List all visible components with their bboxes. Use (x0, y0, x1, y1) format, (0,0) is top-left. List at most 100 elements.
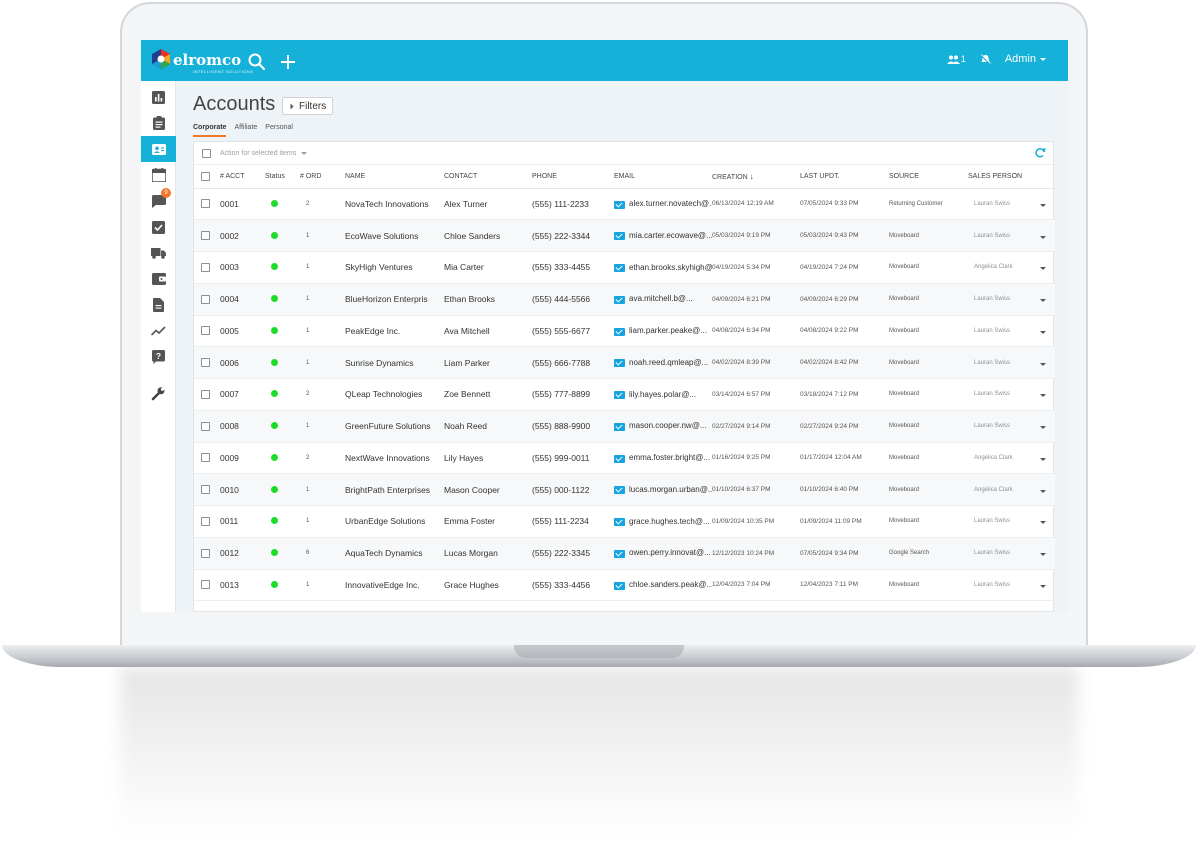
contact-name[interactable]: Alex Turner (444, 188, 532, 221)
row-dropdown[interactable] (1040, 219, 1055, 252)
row-dropdown[interactable] (1040, 442, 1055, 475)
email-cell[interactable]: ava.mitchell.b@... (614, 283, 712, 316)
account-name[interactable]: Sunrise Dynamics (345, 346, 444, 379)
sidebar-item-payments[interactable] (141, 266, 176, 292)
acct-number[interactable]: 0010 (220, 473, 265, 506)
header-creation[interactable]: CREATION ↓ (712, 165, 800, 189)
phone-number[interactable]: (555) 777-8899 (532, 378, 614, 411)
email-cell[interactable]: chloe.sanders.peak@... (614, 569, 712, 602)
header-last-updated[interactable]: LAST UPDT. (800, 165, 889, 189)
contact-name[interactable]: Ethan Brooks (444, 283, 532, 316)
contact-name[interactable]: Noah Reed (444, 410, 532, 443)
table-row[interactable]: 0002 1 EcoWave Solutions Chloe Sanders (555)… (194, 219, 1055, 252)
email-cell[interactable]: emma.foster.bright@... (614, 442, 712, 475)
row-checkbox[interactable] (201, 326, 210, 336)
header-source[interactable]: SOURCE (889, 165, 968, 189)
sales-person-select[interactable]: Lauran Swiss (968, 378, 1040, 411)
acct-number[interactable]: 0012 (220, 537, 265, 570)
phone-number[interactable]: (555) 111-2233 (532, 188, 614, 221)
row-checkbox[interactable] (201, 453, 210, 463)
email-cell[interactable]: owen.perry.innovat@... (614, 537, 712, 570)
acct-number[interactable]: 0005 (220, 315, 265, 348)
email-cell[interactable]: lucas.morgan.urban@... (614, 473, 712, 506)
plus-icon[interactable] (278, 52, 298, 72)
header-contact[interactable]: CONTACT (444, 165, 532, 189)
header-sales-person[interactable]: SALES PERSON (968, 165, 1040, 189)
contact-name[interactable]: Emma Foster (444, 505, 532, 538)
row-checkbox[interactable] (201, 199, 210, 209)
table-row[interactable]: 0013 1 InnovativeEdge Inc. Grace Hughes (555… (194, 569, 1055, 602)
row-checkbox[interactable] (201, 516, 210, 526)
row-checkbox[interactable] (201, 389, 210, 399)
table-row[interactable]: 0004 1 BlueHorizon Enterpris Ethan Brooks (5… (194, 283, 1055, 316)
sidebar-item-settings[interactable] (141, 380, 176, 406)
contact-name[interactable]: Zoe Bennett (444, 378, 532, 411)
email-cell[interactable]: grace.hughes.tech@... (614, 505, 712, 538)
acct-number[interactable]: 0009 (220, 442, 265, 475)
phone-number[interactable]: (555) 333-4455 (532, 251, 614, 284)
header-checkbox[interactable] (201, 171, 210, 181)
account-name[interactable]: BrightPath Enterprises (345, 473, 444, 506)
header-email[interactable]: EMAIL (614, 165, 712, 189)
phone-number[interactable]: (555) 222-3344 (532, 219, 614, 252)
email-cell[interactable]: alex.turner.novatech@... (614, 188, 712, 221)
table-row[interactable]: 0007 2 QLeap Technologies Zoe Bennett (555) … (194, 378, 1055, 411)
row-dropdown[interactable] (1040, 346, 1055, 379)
row-checkbox[interactable] (201, 485, 210, 495)
table-row[interactable]: 0005 1 PeakEdge Inc. Ava Mitchell (555) 555-… (194, 315, 1055, 348)
row-dropdown[interactable] (1040, 378, 1055, 411)
table-row[interactable]: 0009 2 NextWave Innovations Lily Hayes (555)… (194, 442, 1055, 475)
tab-corporate[interactable]: Corporate (193, 124, 227, 137)
sales-person-select[interactable]: Angelica Clark (968, 473, 1040, 506)
refresh-icon[interactable] (1034, 147, 1046, 159)
sales-person-select[interactable]: Lauran Swiss (968, 410, 1040, 443)
sales-person-select[interactable]: Lauran Swiss (968, 188, 1040, 221)
account-name[interactable]: NextWave Innovations (345, 442, 444, 475)
row-dropdown[interactable] (1040, 473, 1055, 506)
users-indicator[interactable]: 1 (946, 54, 966, 64)
header-acct[interactable]: # ACCT (220, 165, 265, 189)
phone-number[interactable]: (555) 999-0011 (532, 442, 614, 475)
tab-affiliate[interactable]: Affiliate (234, 124, 257, 137)
sales-person-select[interactable]: Lauran Swiss (968, 283, 1040, 316)
row-checkbox[interactable] (201, 262, 210, 272)
contact-name[interactable]: Mia Carter (444, 251, 532, 284)
sales-person-select[interactable]: Angelica Clark (968, 442, 1040, 475)
row-dropdown[interactable] (1040, 251, 1055, 284)
account-name[interactable]: EcoWave Solutions (345, 219, 444, 252)
email-cell[interactable]: mia.carter.ecowave@... (614, 219, 712, 252)
sales-person-select[interactable]: Lauran Swiss (968, 346, 1040, 379)
sales-person-select[interactable]: Lauran Swiss (968, 569, 1040, 602)
phone-number[interactable]: (555) 555-6677 (532, 315, 614, 348)
account-name[interactable]: SkyHigh Ventures (345, 251, 444, 284)
sales-person-select[interactable]: Lauran Swiss (968, 219, 1040, 252)
sidebar-item-accounts[interactable] (141, 136, 176, 162)
row-dropdown[interactable] (1040, 505, 1055, 538)
row-dropdown[interactable] (1040, 315, 1055, 348)
row-checkbox[interactable] (201, 294, 210, 304)
account-name[interactable]: BlueHorizon Enterpris (345, 283, 444, 316)
sidebar-item-help[interactable]: ? (141, 344, 176, 370)
sidebar-item-calendar[interactable] (141, 162, 176, 188)
contact-name[interactable]: Ava Mitchell (444, 315, 532, 348)
row-dropdown[interactable] (1040, 410, 1055, 443)
email-cell[interactable]: liam.parker.peake@... (614, 315, 712, 348)
email-cell[interactable]: noah.reed.qmleap@... (614, 346, 712, 379)
select-all-checkbox[interactable] (202, 149, 211, 158)
sidebar-item-tasks[interactable] (141, 110, 176, 136)
sidebar-item-dashboard[interactable] (141, 84, 176, 110)
filters-button[interactable]: Filters (282, 97, 334, 115)
account-name[interactable]: GreenFuture Solutions (345, 410, 444, 443)
sales-person-select[interactable]: Lauran Swiss (968, 315, 1040, 348)
acct-number[interactable]: 0008 (220, 410, 265, 443)
acct-number[interactable]: 0004 (220, 283, 265, 316)
row-dropdown[interactable] (1040, 283, 1055, 316)
contact-name[interactable]: Lily Hayes (444, 442, 532, 475)
table-row[interactable]: 0008 1 GreenFuture Solutions Noah Reed (555)… (194, 410, 1055, 443)
header-status[interactable]: Status (265, 165, 300, 189)
table-row[interactable]: 0001 2 NovaTech Innovations Alex Turner (555… (194, 188, 1055, 221)
header-phone[interactable]: PHONE (532, 165, 614, 189)
phone-number[interactable]: (555) 000-1122 (532, 473, 614, 506)
sidebar-item-reports[interactable] (141, 318, 176, 344)
row-checkbox[interactable] (201, 358, 210, 368)
